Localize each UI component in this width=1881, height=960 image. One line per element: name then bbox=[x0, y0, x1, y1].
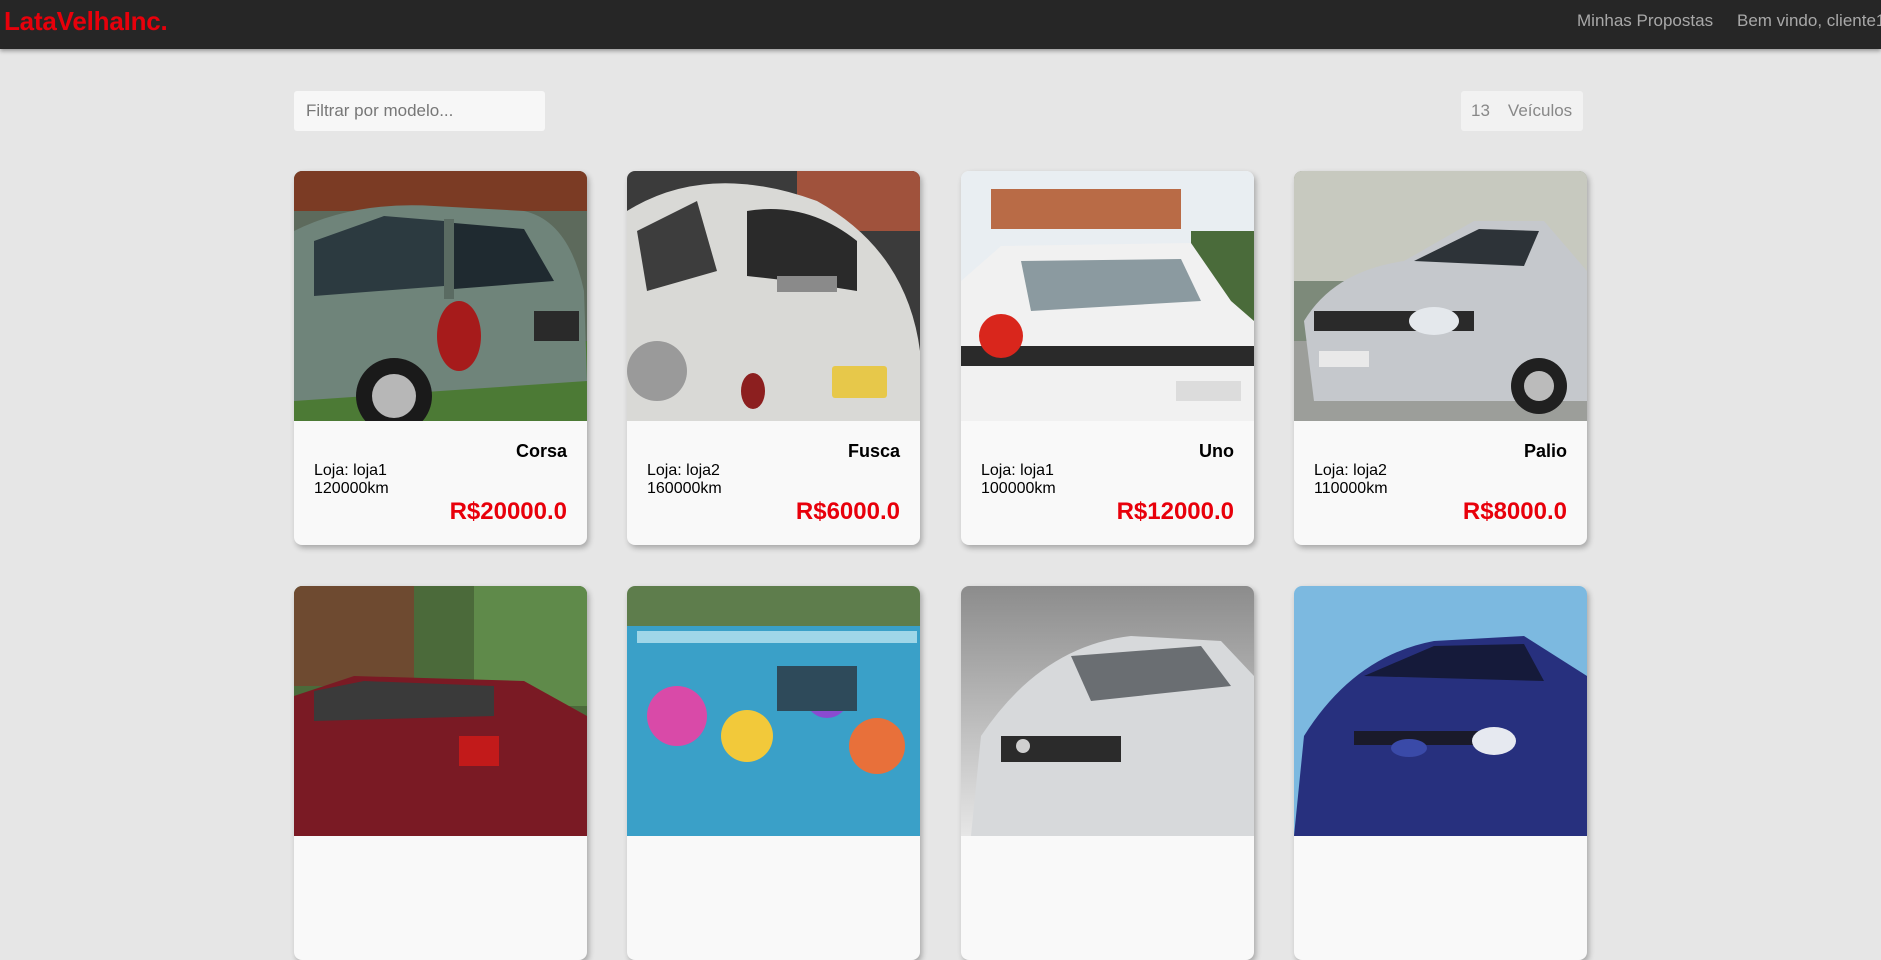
brand-logo[interactable]: LataVelhaInc. bbox=[4, 6, 168, 37]
vehicle-store: Loja: loja1 bbox=[981, 462, 1054, 479]
vehicle-price: R$6000.0 bbox=[795, 498, 900, 525]
vehicle-photo bbox=[294, 171, 587, 421]
minhas-propostas-link[interactable]: Minhas Propostas bbox=[1577, 11, 1713, 31]
vehicle-photo bbox=[294, 586, 587, 836]
vehicle-card[interactable]: Corsa Loja: loja1 120000km R$20000.0 bbox=[294, 171, 587, 545]
vehicle-card[interactable] bbox=[961, 586, 1254, 960]
vehicle-photo bbox=[961, 171, 1254, 421]
vehicle-photo bbox=[961, 586, 1254, 836]
vehicle-photo bbox=[1294, 171, 1587, 421]
model-filter-input[interactable] bbox=[294, 91, 545, 131]
vehicle-store: Loja: loja1 bbox=[314, 462, 387, 479]
vehicle-card[interactable]: Uno Loja: loja1 100000km R$12000.0 bbox=[961, 171, 1254, 545]
vehicle-model: Corsa bbox=[515, 441, 567, 461]
vehicle-model: Uno bbox=[1199, 441, 1234, 461]
vehicle-photo bbox=[1294, 586, 1587, 836]
vehicle-count: 13 bbox=[1471, 101, 1490, 120]
navbar: LataVelhaInc. Minhas Propostas Bem vindo… bbox=[0, 0, 1881, 49]
vehicle-store: Loja: loja2 bbox=[1314, 462, 1387, 479]
vehicle-mileage: 120000km bbox=[314, 480, 389, 497]
vehicle-photo bbox=[627, 586, 920, 836]
vehicle-model: Fusca bbox=[847, 441, 900, 461]
vehicle-mileage: 160000km bbox=[647, 480, 722, 497]
vehicle-card[interactable] bbox=[1294, 586, 1587, 960]
vehicle-price: R$12000.0 bbox=[1116, 498, 1234, 525]
vehicle-counter: 13 Veículos bbox=[1461, 91, 1584, 131]
vehicle-card[interactable] bbox=[294, 586, 587, 960]
vehicle-card[interactable]: Fusca Loja: loja2 160000km R$6000.0 bbox=[627, 171, 920, 545]
vehicle-count-label: Veículos bbox=[1507, 101, 1573, 120]
vehicle-store: Loja: loja2 bbox=[647, 462, 720, 479]
vehicle-mileage: 110000km bbox=[1314, 480, 1388, 497]
vehicle-card[interactable] bbox=[627, 586, 920, 960]
vehicle-card[interactable]: Palio Loja: loja2 110000km R$8000.0 bbox=[1294, 171, 1587, 545]
user-welcome-link[interactable]: Bem vindo, cliente1 bbox=[1737, 11, 1881, 31]
vehicle-price: R$20000.0 bbox=[449, 498, 567, 525]
vehicle-model: Palio bbox=[1523, 441, 1567, 461]
vehicle-photo bbox=[627, 171, 920, 421]
vehicle-price: R$8000.0 bbox=[1462, 498, 1567, 525]
vehicle-mileage: 100000km bbox=[981, 480, 1056, 497]
